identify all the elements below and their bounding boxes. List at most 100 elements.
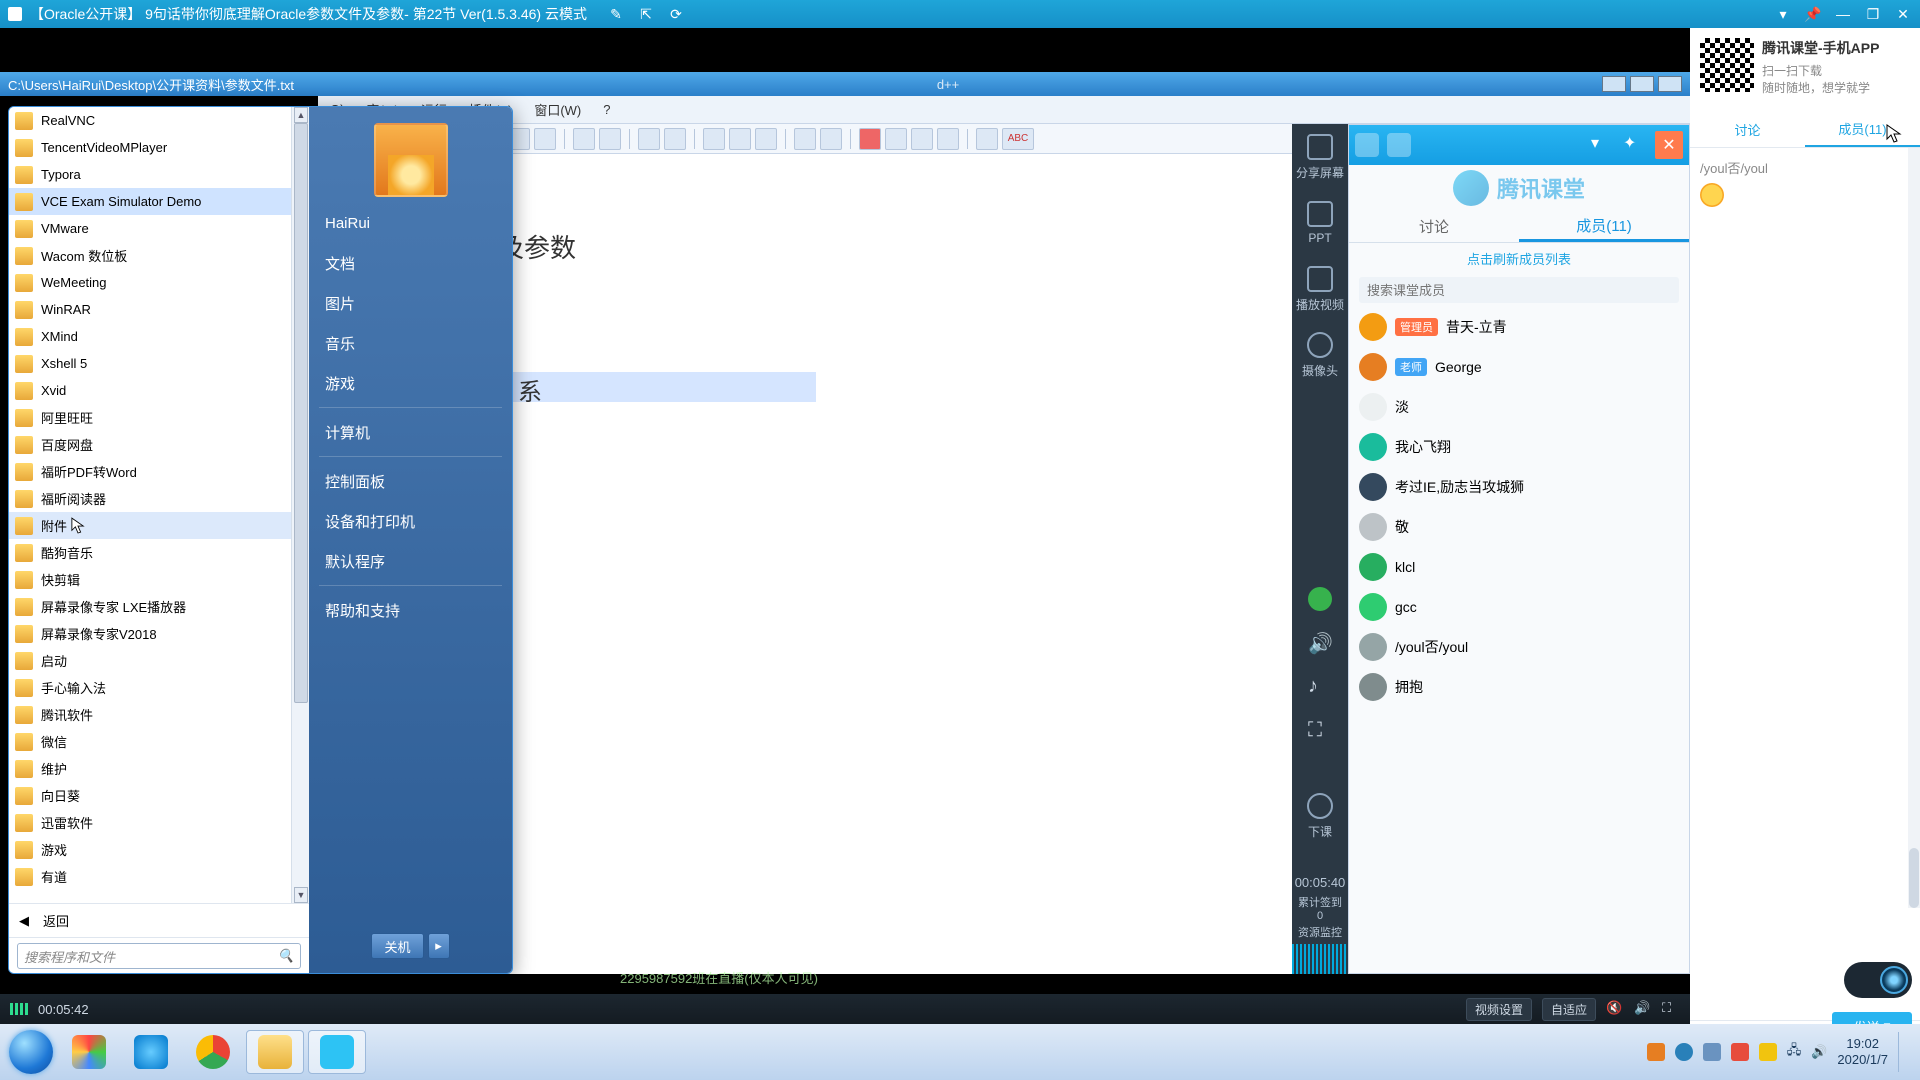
start-right-item[interactable]: 文档 xyxy=(309,243,512,283)
rs-scroll-thumb[interactable] xyxy=(1909,848,1919,908)
start-right-item[interactable]: 音乐 xyxy=(309,323,512,363)
editor-menubar[interactable]: O) 宏(M) 运行 插件(P) 窗口(W) ? xyxy=(318,96,1690,124)
start-back-row[interactable]: ◀ 返回 xyxy=(9,903,309,937)
speaker-icon[interactable]: 🔊 xyxy=(1308,631,1332,655)
start-right-item[interactable]: 默认程序 xyxy=(309,541,512,581)
start-right-item[interactable]: 图片 xyxy=(309,283,512,323)
tool-stop-icon[interactable] xyxy=(885,128,907,150)
video-settings-button[interactable]: 视频设置 xyxy=(1466,998,1532,1021)
scroll-up-icon[interactable]: ▲ xyxy=(294,107,308,123)
program-item[interactable]: 启动 xyxy=(9,647,309,674)
member-row[interactable]: 拥抱 xyxy=(1349,667,1689,707)
fullscreen-icon[interactable]: ⛶ xyxy=(1662,1000,1680,1018)
rs-tab-members[interactable]: 成员(11) xyxy=(1805,112,1920,147)
maximize-button[interactable]: ❐ xyxy=(1864,5,1882,23)
mic-icon[interactable] xyxy=(1308,587,1332,611)
program-item[interactable]: 微信 xyxy=(9,728,309,755)
tool-replace-icon[interactable] xyxy=(599,128,621,150)
title-min-icon[interactable]: ▾ xyxy=(1774,5,1792,23)
program-list[interactable]: RealVNCTencentVideoMPlayerTyporaVCE Exam… xyxy=(9,107,309,903)
tool-play-icon[interactable] xyxy=(911,128,933,150)
scroll-thumb[interactable] xyxy=(294,123,308,703)
tray-icon[interactable] xyxy=(1759,1043,1777,1061)
program-item[interactable]: XMind xyxy=(9,323,309,350)
panel-close-button[interactable]: ✕ xyxy=(1655,131,1683,159)
member-row[interactable]: /youl否/youl xyxy=(1349,627,1689,667)
program-item[interactable]: 维护 xyxy=(9,755,309,782)
task-chrome[interactable] xyxy=(184,1030,242,1074)
start-right-item[interactable]: 计算机 xyxy=(309,412,512,452)
ppt-button[interactable]: PPT xyxy=(1292,190,1348,256)
scroll-down-icon[interactable]: ▼ xyxy=(294,887,308,903)
fullscreen-icon[interactable]: ⛶ xyxy=(1308,719,1332,743)
tab-discuss[interactable]: 讨论 xyxy=(1349,211,1519,242)
play-video-button[interactable]: 播放视频 xyxy=(1292,256,1348,322)
member-row[interactable]: 我心飞翔 xyxy=(1349,427,1689,467)
header-user-icon[interactable] xyxy=(1355,133,1379,157)
program-item[interactable]: 屏幕录像专家V2018 xyxy=(9,620,309,647)
program-item[interactable]: WinRAR xyxy=(9,296,309,323)
rs-scrollbar[interactable] xyxy=(1908,148,1920,908)
title-refresh-icon[interactable]: ⟳ xyxy=(667,5,685,23)
title-action-icon[interactable]: ✎ xyxy=(607,5,625,23)
search-input[interactable]: 搜索程序和文件 🔍 xyxy=(17,943,301,969)
start-right-item[interactable]: 帮助和支持 xyxy=(309,590,512,630)
tool-zoom-in-icon[interactable] xyxy=(638,128,660,150)
member-row[interactable]: 老师George xyxy=(1349,347,1689,387)
volume-icon[interactable]: 🔇 xyxy=(1606,1000,1624,1018)
program-item[interactable]: 有道 xyxy=(9,863,309,890)
task-ie[interactable] xyxy=(122,1030,180,1074)
program-item[interactable]: Wacom 数位板 xyxy=(9,242,309,269)
program-item[interactable]: RealVNC xyxy=(9,107,309,134)
tool-next-icon[interactable] xyxy=(937,128,959,150)
tray-clock[interactable]: 19:02 2020/1/7 xyxy=(1837,1036,1888,1068)
editor-min-button[interactable] xyxy=(1602,76,1626,92)
header-share-icon[interactable] xyxy=(1387,133,1411,157)
program-item[interactable]: Xshell 5 xyxy=(9,350,309,377)
shutdown-button[interactable]: 关机 xyxy=(371,933,423,959)
tray-volume-icon[interactable]: 🔊 xyxy=(1811,1044,1827,1060)
camera-widget[interactable] xyxy=(1844,962,1912,998)
tray-icon[interactable] xyxy=(1703,1043,1721,1061)
show-desktop-button[interactable] xyxy=(1898,1032,1908,1072)
user-name[interactable]: HaiRui xyxy=(309,203,512,243)
header-dropdown-icon[interactable]: ▾ xyxy=(1591,133,1615,157)
program-item[interactable]: 手心输入法 xyxy=(9,674,309,701)
close-button[interactable]: ✕ xyxy=(1894,5,1912,23)
task-app1[interactable] xyxy=(60,1030,118,1074)
member-list[interactable]: 管理员昔天-立青老师George淡我心飞翔考过IE,励志当攻城狮敬klclgcc… xyxy=(1349,307,1689,973)
rs-tab-discuss[interactable]: 讨论 xyxy=(1690,112,1805,147)
task-explorer[interactable] xyxy=(246,1030,304,1074)
music-icon[interactable]: ♪ xyxy=(1308,675,1332,699)
tray-icon[interactable] xyxy=(1675,1043,1693,1061)
program-item[interactable]: 酷狗音乐 xyxy=(9,539,309,566)
camera-button[interactable]: 摄像头 xyxy=(1292,322,1348,388)
member-row[interactable]: 淡 xyxy=(1349,387,1689,427)
program-item[interactable]: 游戏 xyxy=(9,836,309,863)
program-item[interactable]: VCE Exam Simulator Demo xyxy=(9,188,309,215)
program-item[interactable]: Typora xyxy=(9,161,309,188)
start-right-item[interactable]: 游戏 xyxy=(309,363,512,403)
tool-record-icon[interactable] xyxy=(859,128,881,150)
program-item[interactable]: 腾讯软件 xyxy=(9,701,309,728)
program-item[interactable]: 向日葵 xyxy=(9,782,309,809)
tray-icon[interactable] xyxy=(1647,1043,1665,1061)
shutdown-menu-button[interactable]: ▸ xyxy=(428,933,450,959)
program-item[interactable]: 迅雷软件 xyxy=(9,809,309,836)
program-item[interactable]: 快剪辑 xyxy=(9,566,309,593)
member-search-input[interactable] xyxy=(1359,277,1679,303)
auto-fit-button[interactable]: 自适应 xyxy=(1542,998,1596,1021)
header-star-icon[interactable]: ✦ xyxy=(1623,133,1647,157)
program-item[interactable]: 阿里旺旺 xyxy=(9,404,309,431)
program-item[interactable]: 附件 xyxy=(9,512,309,539)
task-player[interactable] xyxy=(308,1030,366,1074)
program-item[interactable]: 福昕阅读器 xyxy=(9,485,309,512)
member-row[interactable]: gcc xyxy=(1349,587,1689,627)
program-item[interactable]: VMware xyxy=(9,215,309,242)
tool-indent-icon[interactable] xyxy=(755,128,777,150)
program-item[interactable]: 屏幕录像专家 LXE播放器 xyxy=(9,593,309,620)
program-item[interactable]: Xvid xyxy=(9,377,309,404)
end-class-button[interactable]: 下课 xyxy=(1292,783,1348,849)
minimize-button[interactable]: — xyxy=(1834,5,1852,23)
title-pin-icon[interactable]: 📌 xyxy=(1804,5,1822,23)
